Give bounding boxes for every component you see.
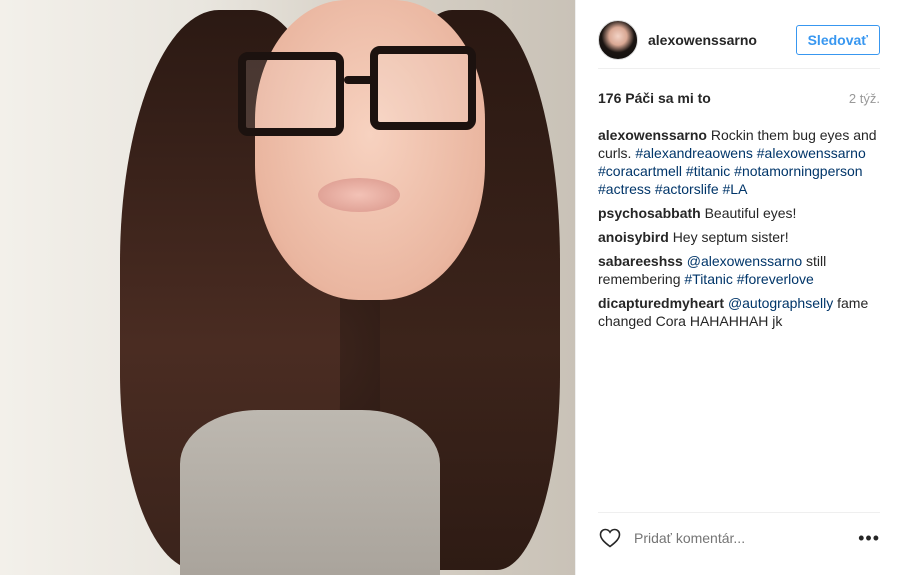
comment-text: Beautiful eyes! bbox=[704, 205, 797, 221]
likes-row: 176 Páči sa mi to 2 týž. bbox=[598, 86, 880, 110]
face bbox=[255, 0, 485, 300]
glasses-lens-right bbox=[370, 46, 476, 130]
comment-item: sabareeshss @alexowenssarno still rememb… bbox=[598, 252, 880, 288]
post-time[interactable]: 2 týž. bbox=[849, 91, 880, 106]
hashtag[interactable]: #LA bbox=[723, 181, 748, 197]
heart-outline-icon[interactable] bbox=[598, 526, 622, 550]
mention[interactable]: @alexowenssarno bbox=[687, 253, 802, 269]
post-footer: ••• bbox=[598, 512, 880, 563]
post-username[interactable]: alexowenssarno bbox=[648, 32, 796, 48]
hashtag[interactable]: #actorslife bbox=[655, 181, 719, 197]
follow-button[interactable]: Sledovať bbox=[795, 25, 880, 55]
hashtag[interactable]: #alexowenssarno bbox=[757, 145, 866, 161]
comment-author[interactable]: psychosabbath bbox=[598, 205, 701, 221]
lips bbox=[318, 178, 400, 212]
mention[interactable]: @autographselly bbox=[728, 295, 833, 311]
comment-text: Hey septum sister! bbox=[672, 229, 789, 245]
comment-caption: alexowenssarno Rockin them bug eyes and … bbox=[598, 126, 880, 198]
hashtag[interactable]: #notamorningperson bbox=[734, 163, 862, 179]
comment-author[interactable]: dicapturedmyheart bbox=[598, 295, 724, 311]
hashtag[interactable]: #alexandreaowens bbox=[635, 145, 753, 161]
comment-author[interactable]: anoisybird bbox=[598, 229, 669, 245]
more-options-icon[interactable]: ••• bbox=[858, 528, 880, 549]
comment-input[interactable] bbox=[632, 529, 859, 547]
comment-item: anoisybird Hey septum sister! bbox=[598, 228, 880, 246]
likes-count[interactable]: 176 Páči sa mi to bbox=[598, 90, 711, 106]
hashtag[interactable]: #foreverlove bbox=[737, 271, 814, 287]
post-photo[interactable] bbox=[0, 0, 575, 575]
comment-item: dicapturedmyheart @autographselly fame c… bbox=[598, 294, 880, 330]
comment-author[interactable]: sabareeshss bbox=[598, 253, 683, 269]
glasses-lens-left bbox=[238, 52, 344, 136]
comment-item: psychosabbath Beautiful eyes! bbox=[598, 204, 880, 222]
glasses-bridge bbox=[344, 76, 374, 84]
post-header: alexowenssarno Sledovať bbox=[598, 12, 880, 69]
comment-author[interactable]: alexowenssarno bbox=[598, 127, 707, 143]
hashtag[interactable]: #actress bbox=[598, 181, 651, 197]
hashtag[interactable]: #coracartmell bbox=[598, 163, 682, 179]
post-details-panel: alexowenssarno Sledovať 176 Páči sa mi t… bbox=[575, 0, 900, 575]
avatar[interactable] bbox=[598, 20, 638, 60]
comments-list: alexowenssarno Rockin them bug eyes and … bbox=[598, 126, 880, 336]
shirt bbox=[180, 410, 440, 575]
hashtag[interactable]: #Titanic bbox=[684, 271, 733, 287]
hashtag[interactable]: #titanic bbox=[686, 163, 730, 179]
